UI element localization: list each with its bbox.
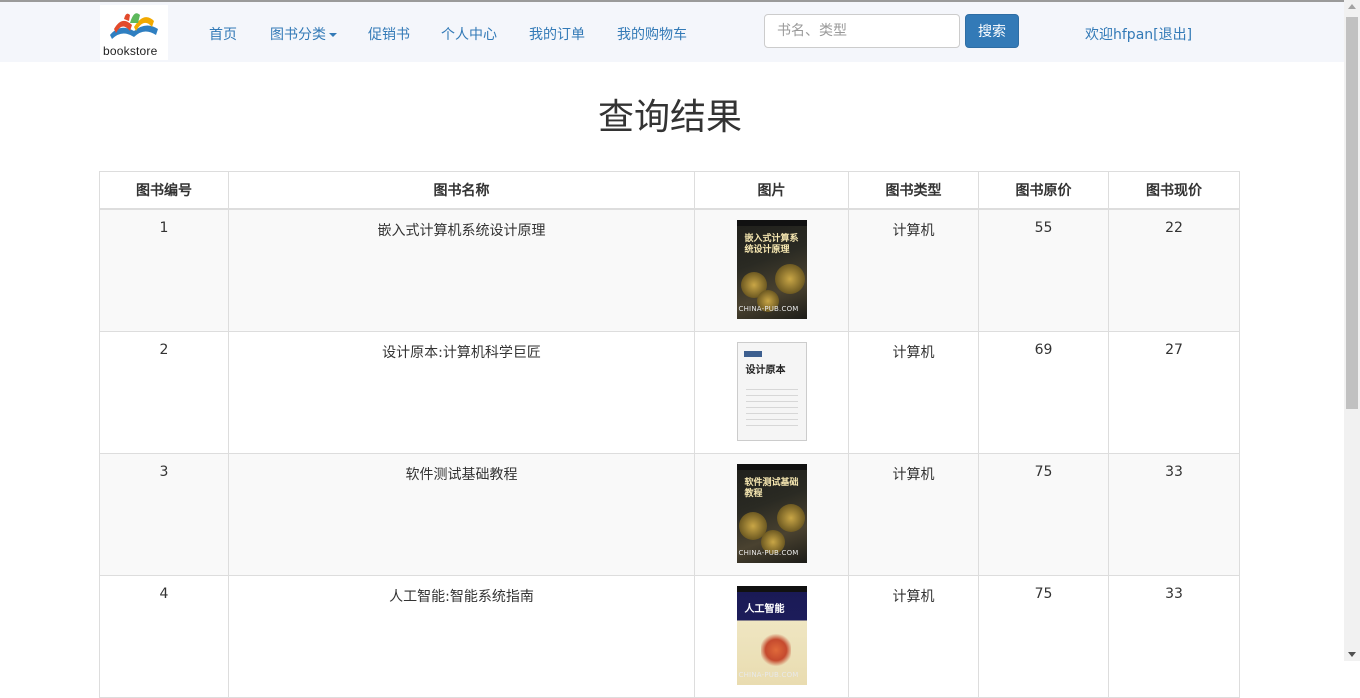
table-row: 4 人工智能:智能系统指南 人工智能 CHINA-PUB.COM 计算机 75 … [99,575,1240,698]
book-type: 计算机 [848,453,979,576]
logout-link[interactable]: 退出 [1159,27,1187,43]
cover-tag [743,351,762,357]
navbar: bookstore 首页 图书分类 促销书 个人中心 我的订单 我的购物车 搜索… [0,2,1344,62]
book-id: 3 [99,453,229,576]
book-logo-icon [110,13,158,39]
book-current-price: 27 [1108,331,1240,454]
search-button[interactable]: 搜索 [965,14,1019,48]
cover-decoration [745,389,798,429]
nav-promotions[interactable]: 促销书 [368,24,410,44]
nav-personal-center[interactable]: 个人中心 [441,24,497,44]
book-image-cell: 嵌入式计算系统设计原理 CHINA-PUB.COM [694,208,849,332]
header-current-price: 图书现价 [1108,171,1240,210]
book-cover-image[interactable]: 设计原本 [736,342,807,441]
book-original-price: 55 [978,208,1109,332]
table-row: 3 软件测试基础教程 软件测试基础教程 CHINA-PUB.COM 计算机 75… [99,453,1240,576]
book-image-cell: 设计原本 [694,331,849,454]
scroll-down-arrow-icon[interactable] [1348,652,1356,657]
book-name: 嵌入式计算机系统设计原理 [228,208,695,332]
header-book-type: 图书类型 [848,171,979,210]
book-original-price: 75 [978,575,1109,698]
nav-book-category-label: 图书分类 [270,27,326,43]
book-cover-image[interactable]: 嵌入式计算系统设计原理 CHINA-PUB.COM [736,220,807,319]
cover-band [736,464,807,470]
table-header-row: 图书编号 图书名称 图片 图书类型 图书原价 图书现价 [99,171,1240,210]
header-image: 图片 [694,171,849,210]
scroll-up-arrow-icon[interactable] [1348,4,1356,9]
book-image-cell: 软件测试基础教程 CHINA-PUB.COM [694,453,849,576]
cover-brand: CHINA-PUB.COM [738,305,799,313]
book-id: 1 [99,208,229,332]
book-name: 设计原本:计算机科学巨匠 [228,331,695,454]
book-current-price: 33 [1108,575,1240,698]
caret-down-icon [329,33,337,37]
logo-text: bookstore [103,44,158,58]
nav-home[interactable]: 首页 [209,24,237,44]
header-book-name: 图书名称 [228,171,695,210]
cover-band [736,220,807,226]
cover-band [736,586,807,592]
scroll-thumb[interactable] [1346,17,1358,409]
search-input[interactable] [764,14,960,48]
page-title: 查询结果 [597,97,742,138]
book-original-price: 75 [978,453,1109,576]
book-name: 软件测试基础教程 [228,453,695,576]
book-id: 2 [99,331,229,454]
book-original-price: 69 [978,331,1109,454]
cover-title: 设计原本 [745,365,786,376]
book-name: 人工智能:智能系统指南 [228,575,695,698]
cover-decoration [774,264,805,294]
book-cover-image[interactable]: 人工智能 CHINA-PUB.COM [736,586,807,685]
welcome-area: 欢迎hfpan[退出] [1085,24,1192,44]
cover-brand: CHINA-PUB.COM [738,549,799,557]
bookstore-logo[interactable]: bookstore [100,5,168,60]
cover-brand: CHINA-PUB.COM [738,671,799,679]
cover-title: 嵌入式计算系统设计原理 [744,234,799,255]
nav-my-orders[interactable]: 我的订单 [529,24,585,44]
table-row: 2 设计原本:计算机科学巨匠 设计原本 计算机 69 27 [99,331,1240,454]
book-type: 计算机 [848,208,979,332]
book-id: 4 [99,575,229,698]
results-table: 图书编号 图书名称 图片 图书类型 图书原价 图书现价 1 嵌入式计算机系统设计… [99,171,1240,698]
cover-title: 软件测试基础教程 [744,478,799,499]
book-image-cell: 人工智能 CHINA-PUB.COM [694,575,849,698]
nav-book-category[interactable]: 图书分类 [270,24,337,44]
book-cover-image[interactable]: 软件测试基础教程 CHINA-PUB.COM [736,464,807,563]
book-type: 计算机 [848,575,979,698]
book-current-price: 33 [1108,453,1240,576]
cover-decoration [760,632,791,668]
bracket-close: ] [1186,27,1193,43]
table-row: 1 嵌入式计算机系统设计原理 嵌入式计算系统设计原理 CHINA-PUB.COM… [99,208,1240,332]
book-current-price: 22 [1108,208,1240,332]
book-type: 计算机 [848,331,979,454]
cover-decoration [776,504,805,532]
welcome-text: 欢迎hfpan [1085,27,1154,43]
nav-my-cart[interactable]: 我的购物车 [617,24,687,44]
cover-title: 人工智能 [744,604,785,615]
vertical-scrollbar[interactable] [1344,0,1360,661]
header-book-id: 图书编号 [99,171,229,210]
header-original-price: 图书原价 [978,171,1109,210]
